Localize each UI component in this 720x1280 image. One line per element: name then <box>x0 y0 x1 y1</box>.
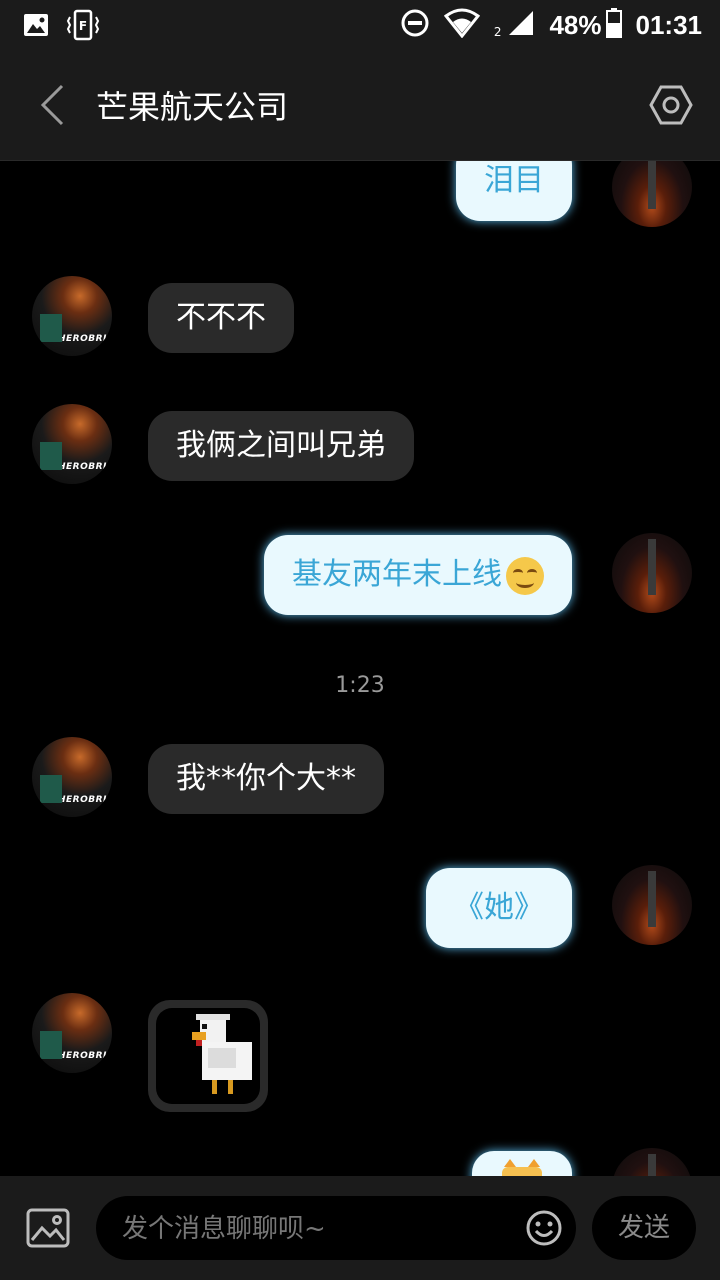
image-notification-icon <box>22 11 50 43</box>
minecraft-chicken-icon <box>192 1014 252 1094</box>
self-avatar[interactable] <box>612 865 692 945</box>
message-text: 基友两年末上线 <box>292 557 502 592</box>
chat-header: 芒果航天公司 <box>0 50 720 161</box>
emoji-button[interactable] <box>526 1210 562 1246</box>
self-avatar[interactable] <box>612 161 692 227</box>
contact-avatar[interactable]: HEROBRINE <box>32 404 112 484</box>
input-bar: 发送 <box>0 1176 720 1280</box>
message-input-container <box>96 1196 576 1262</box>
chevron-left-icon <box>40 84 64 126</box>
message-timestamp: 1:23 <box>335 673 385 698</box>
settings-button[interactable] <box>646 80 696 130</box>
chat-title: 芒果航天公司 <box>96 88 289 126</box>
contact-avatar[interactable]: HEROBRINE <box>32 276 112 356</box>
self-avatar[interactable] <box>612 533 692 613</box>
contact-avatar[interactable]: HEROBRINE <box>32 993 112 1073</box>
send-button[interactable]: 发送 <box>592 1196 696 1260</box>
message-bubble-sent[interactable]: 《她》 <box>426 868 572 948</box>
image-icon <box>26 1208 70 1248</box>
smiley-icon <box>526 1210 562 1246</box>
sticker-message[interactable] <box>148 1000 268 1112</box>
image-picker-button[interactable] <box>26 1208 70 1248</box>
clock: 01:31 <box>635 9 703 40</box>
message-bubble-received[interactable]: 不不不 <box>148 283 294 353</box>
message-bubble-sent[interactable]: 基友两年末上线 <box>264 535 572 615</box>
sticker-message-sent[interactable] <box>472 1151 572 1176</box>
self-avatar[interactable] <box>612 1148 692 1176</box>
message-list[interactable]: 泪目 HEROBRINE 不不不 HEROBRINE 我俩之间叫兄弟 基友两年末… <box>0 161 720 1176</box>
svg-text:F: F <box>79 19 87 33</box>
battery-percent: 48% <box>549 9 602 40</box>
wifi-icon <box>443 8 480 42</box>
vibrate-notification-icon: F <box>66 9 100 45</box>
status-bar: F 2 48% 01:31 <box>0 0 720 50</box>
signal-icon <box>507 9 535 41</box>
message-bubble-sent[interactable]: 泪目 <box>456 161 572 221</box>
settings-hexagon-icon <box>649 85 693 125</box>
message-bubble-received[interactable]: 我**你个大** <box>148 744 384 814</box>
do-not-disturb-icon <box>400 8 430 42</box>
back-button[interactable] <box>30 78 74 132</box>
grin-emoji-icon <box>506 556 544 595</box>
message-bubble-received[interactable]: 我俩之间叫兄弟 <box>148 411 414 481</box>
cat-sticker-icon <box>502 1159 542 1176</box>
contact-avatar[interactable]: HEROBRINE <box>32 737 112 817</box>
battery-icon <box>605 8 622 42</box>
message-input[interactable] <box>120 1196 514 1262</box>
network-sub-label: 2 <box>493 25 502 39</box>
